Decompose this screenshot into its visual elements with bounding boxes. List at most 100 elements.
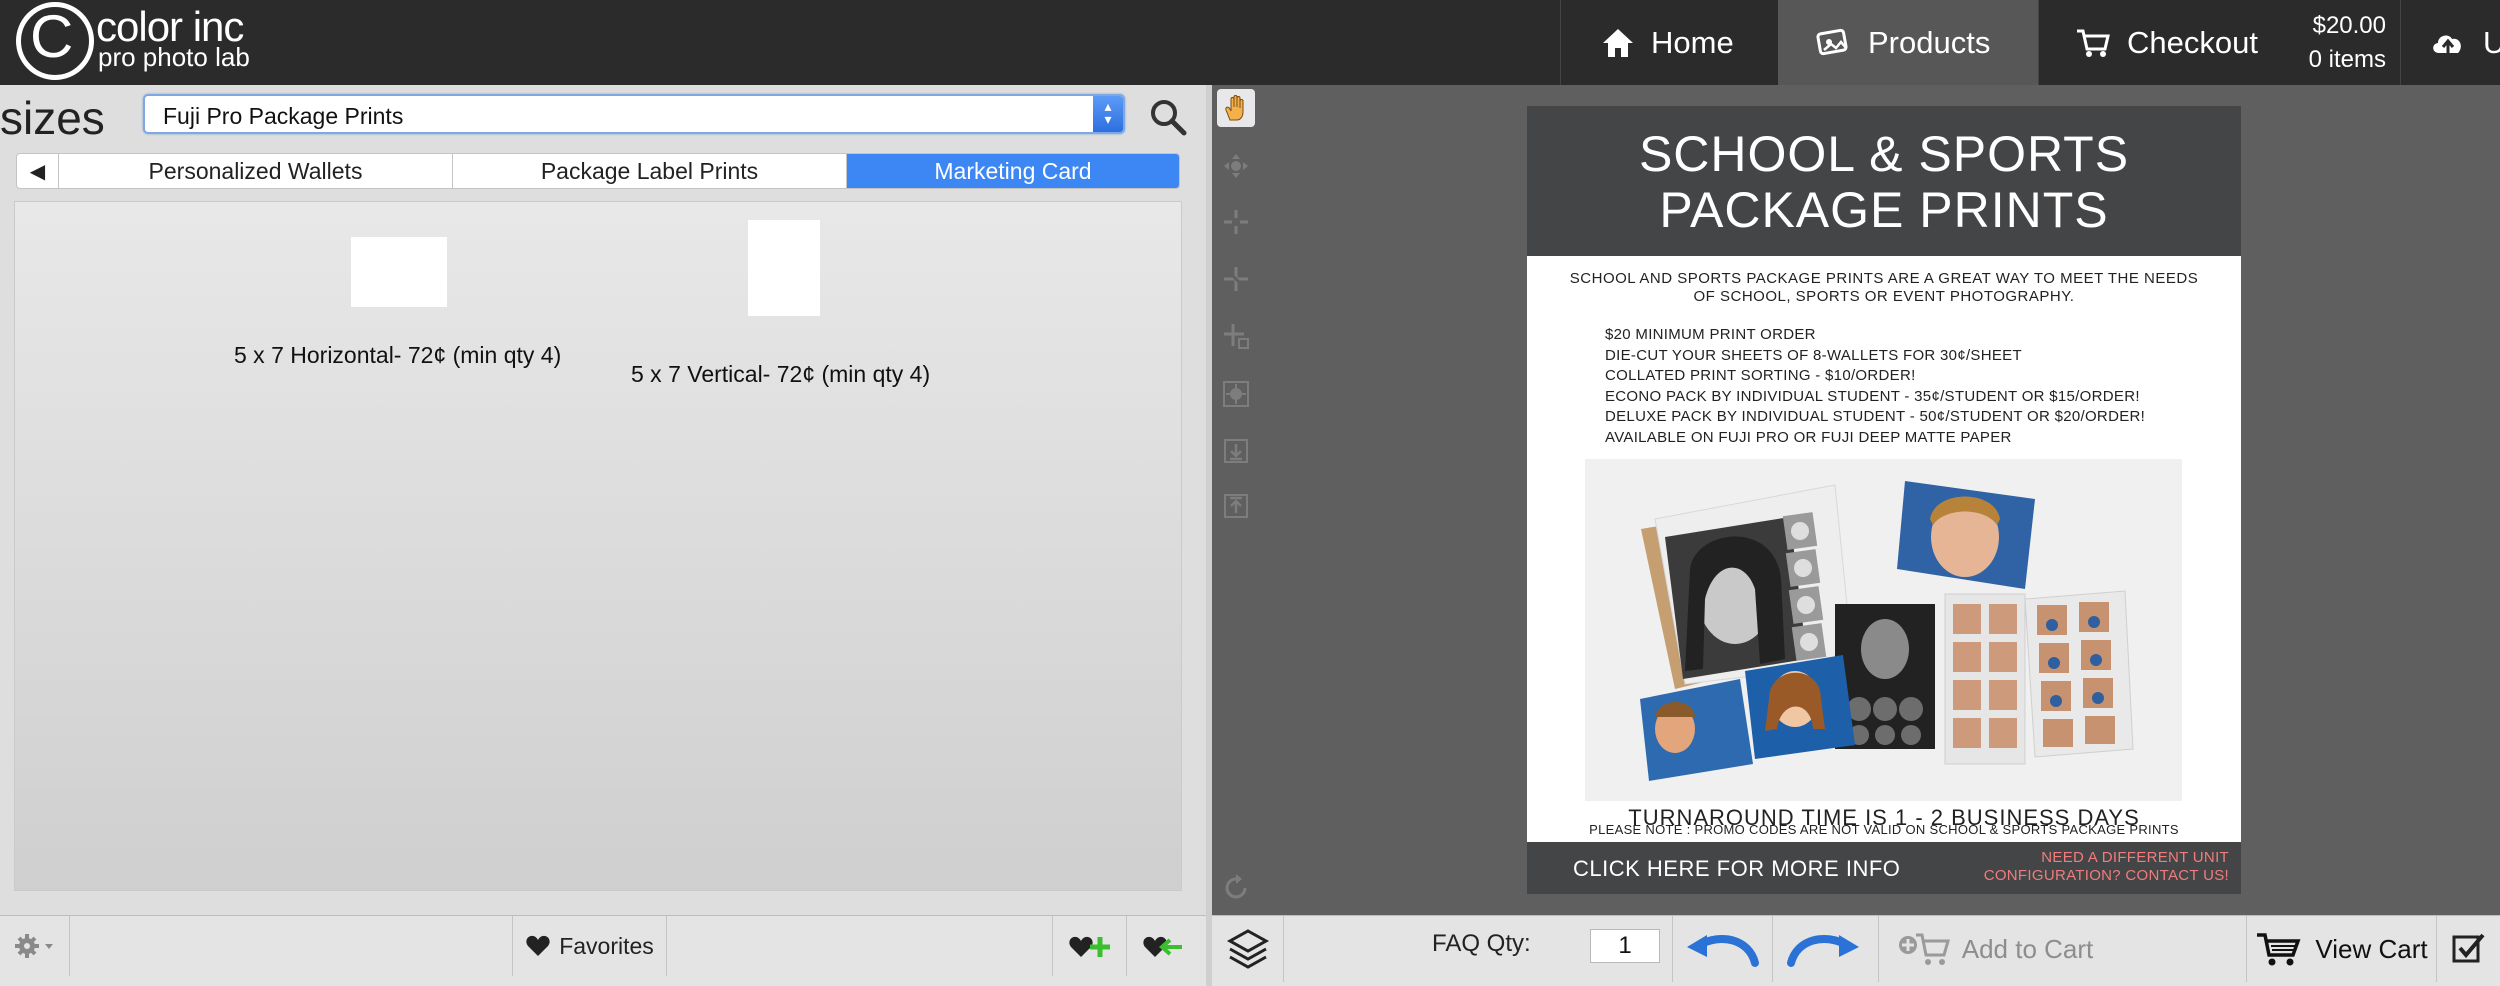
nav-products[interactable]: Products — [1778, 0, 2038, 85]
footer-here-text: HERE — [1646, 856, 1711, 881]
layers-button[interactable] — [1212, 916, 1284, 982]
cart-icon — [2077, 29, 2110, 57]
marketing-card-preview[interactable]: SCHOOL & SPORTS PACKAGE PRINTS SCHOOL AN… — [1527, 106, 2241, 894]
cart-total: $20.00 — [2312, 11, 2386, 39]
favorites-label: Favorites — [559, 932, 654, 959]
sizes-heading: sizes — [0, 92, 105, 144]
category-tabs: ◀ Personalized Wallets Package Label Pri… — [16, 153, 1180, 189]
nav-upload-label: U — [2483, 24, 2500, 60]
home-icon — [1603, 28, 1633, 57]
card-feature-item: $20 MINIMUM PRINT ORDER — [1605, 326, 1816, 343]
heart-icon — [526, 935, 550, 956]
fit-icon — [1224, 324, 1249, 349]
card-feature-item: ECONO PACK BY INDIVIDUAL STUDENT - 35¢/S… — [1605, 387, 2140, 405]
card-header: SCHOOL & SPORTS PACKAGE PRINTS — [1527, 106, 2241, 256]
search-button[interactable] — [1148, 97, 1188, 137]
review-checkbox-button[interactable] — [2436, 916, 2500, 982]
heart-remove-icon — [1142, 936, 1182, 957]
heart-add-icon — [1068, 936, 1110, 957]
tool-fit[interactable] — [1217, 317, 1255, 355]
app-window: C color inc pro photo lab Home Products … — [0, 0, 2500, 986]
product-browser-panel: sizes Fuji Pro Package Prints ▴ ▾ ◀ Perso… — [0, 85, 1206, 915]
tool-bring-forward[interactable] — [1217, 487, 1255, 525]
contact-us-link[interactable]: NEED A DIFFERENT UNIT CONFIGURATION? CON… — [1969, 849, 2229, 885]
layer-up-icon — [1224, 494, 1248, 518]
contact-line-1: NEED A DIFFERENT UNIT — [2041, 849, 2229, 866]
card-footer: CLICK HERE FOR MORE INFO NEED A DIFFEREN… — [1527, 842, 2241, 894]
tool-move[interactable] — [1217, 147, 1255, 185]
nav-home[interactable]: Home — [1560, 0, 1778, 85]
right-bottom-toolbar: FAQ Qty: Add to Cart View Cart — [1212, 915, 2500, 986]
crosshair-icon — [1224, 210, 1248, 234]
redo-button[interactable] — [1772, 916, 1872, 982]
tool-align-horizontal[interactable] — [1217, 260, 1255, 298]
card-feature-list: $20 MINIMUM PRINT ORDER DIE-CUT YOUR SHE… — [1605, 325, 2145, 448]
tool-send-back[interactable] — [1217, 432, 1255, 470]
more-info-link[interactable]: CLICK HERE FOR MORE INFO — [1573, 856, 1900, 882]
tool-brightness[interactable] — [1217, 375, 1255, 413]
add-to-cart-button[interactable]: Add to Cart — [1878, 916, 2110, 982]
upload-cloud-icon — [2433, 35, 2461, 55]
cart-icon — [2257, 933, 2301, 966]
design-canvas-panel: SCHOOL & SPORTS PACKAGE PRINTS SCHOOL AN… — [1212, 85, 2500, 915]
brand-logo[interactable]: C color inc pro photo lab — [16, 2, 276, 82]
tab-marketing-card[interactable]: Marketing Card — [847, 154, 1179, 188]
settings-menu-button[interactable] — [0, 916, 70, 976]
products-icon — [1816, 28, 1848, 55]
layer-down-icon — [1224, 439, 1248, 463]
product-grid: 5 x 7 Horizontal- 72¢ (min qty 4) 5 x 7 … — [14, 201, 1182, 891]
product-thumbnail-horizontal[interactable] — [351, 237, 447, 307]
card-title-line-2: PACKAGE PRINTS — [1659, 182, 2109, 238]
tabs-prev-button[interactable]: ◀ — [17, 154, 59, 188]
add-favorite-button[interactable] — [1052, 916, 1126, 976]
brand-tagline: pro photo lab — [98, 42, 250, 72]
gear-icon — [14, 934, 53, 958]
tab-personalized-wallets[interactable]: Personalized Wallets — [59, 154, 453, 188]
search-icon — [1151, 100, 1187, 136]
cart-item-count: 0 items — [2308, 45, 2386, 73]
footer-more-text: FOR MORE INFO — [1716, 856, 1901, 881]
qty-input[interactable] — [1590, 929, 1660, 963]
top-navigation-bar: C color inc pro photo lab Home Products … — [0, 0, 2500, 85]
product-thumbnail-vertical[interactable] — [748, 220, 820, 316]
product-line-value: Fuji Pro Package Prints — [163, 103, 404, 129]
undo-arrow-icon — [1686, 935, 1759, 967]
nav-home-label: Home — [1651, 24, 1734, 60]
product-label-vertical[interactable]: 5 x 7 Vertical- 72¢ (min qty 4) — [631, 361, 930, 388]
redo-arrow-icon — [1786, 935, 1859, 967]
tool-rotate[interactable] — [1217, 869, 1255, 907]
favorites-button[interactable]: Favorites — [512, 916, 667, 976]
view-cart-button[interactable]: View Cart — [2246, 916, 2436, 982]
remove-favorite-button[interactable] — [1126, 916, 1200, 976]
tool-pan[interactable] — [1217, 89, 1255, 127]
footer-click-text: CLICK — [1573, 856, 1641, 881]
card-title-line-1: SCHOOL & SPORTS — [1638, 126, 2130, 182]
nav-checkout-label: Checkout — [2127, 24, 2258, 60]
photo-collage-image — [1640, 481, 2134, 781]
tool-strip — [1212, 85, 1262, 915]
product-label-horizontal[interactable]: 5 x 7 Horizontal- 72¢ (min qty 4) — [234, 342, 561, 369]
select-arrows-icon: ▴ ▾ — [1093, 96, 1123, 132]
align-icon — [1224, 267, 1248, 291]
cart-summary[interactable]: $20.00 0 items — [2266, 0, 2386, 85]
promo-note: PLEASE NOTE : PROMO CODES ARE NOT VALID … — [1589, 822, 2179, 837]
logo-letter: C — [30, 3, 74, 70]
left-bottom-toolbar: Favorites — [0, 915, 1206, 986]
tab-package-label-prints[interactable]: Package Label Prints — [453, 154, 847, 188]
product-line-select[interactable]: Fuji Pro Package Prints ▴ ▾ — [143, 94, 1125, 134]
card-feature-item: DIE-CUT YOUR SHEETS OF 8-WALLETS FOR 30¢… — [1605, 346, 2022, 364]
card-feature-item: COLLATED PRINT SORTING - $10/ORDER! — [1605, 367, 1916, 384]
card-feature-item: AVAILABLE ON FUJI PRO OR FUJI DEEP MATTE… — [1605, 428, 2012, 446]
undo-button[interactable] — [1672, 916, 1772, 982]
card-intro: SCHOOL AND SPORTS PACKAGE PRINTS ARE A G… — [1569, 270, 2199, 305]
nav-upload[interactable]: U — [2400, 0, 2500, 85]
nav-checkout[interactable]: Checkout — [2038, 0, 2298, 85]
hand-icon — [1225, 95, 1244, 121]
tool-align-center[interactable] — [1217, 203, 1255, 241]
add-cart-icon — [1898, 933, 1950, 965]
layers-icon — [1226, 929, 1269, 969]
add-to-cart-label: Add to Cart — [1961, 933, 2094, 964]
qty-label: FAQ Qty: — [1432, 930, 1531, 957]
nav-products-label: Products — [1868, 24, 1991, 60]
rotate-icon — [1225, 874, 1247, 899]
